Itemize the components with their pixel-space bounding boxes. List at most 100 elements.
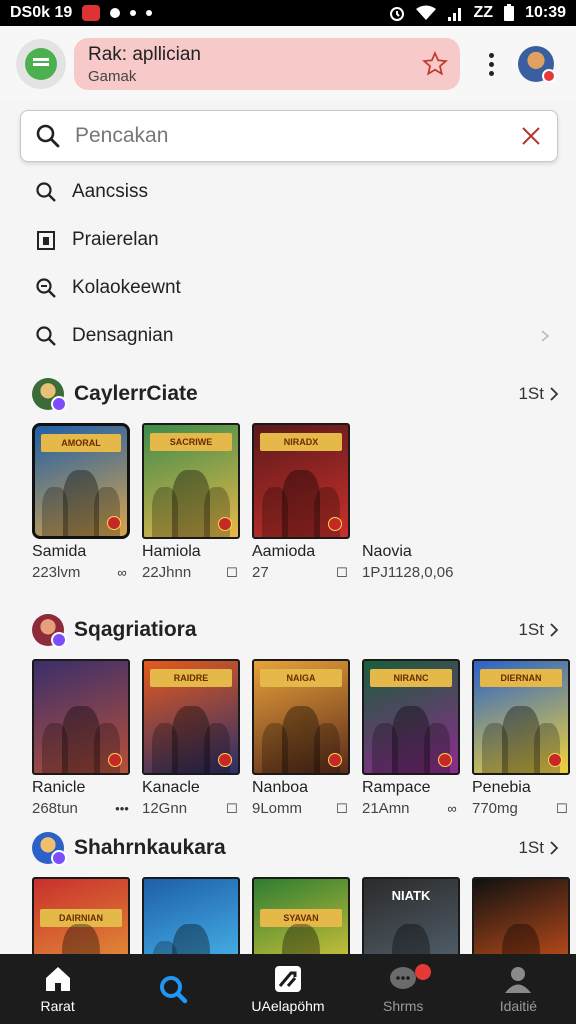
wifi-icon [415, 5, 436, 20]
suggestion-item[interactable]: Kolaokeewnt [0, 264, 576, 312]
section-avatar [32, 832, 67, 866]
game-meta-text: 268tun [32, 800, 78, 817]
see-all-link[interactable]: 1St [518, 838, 560, 858]
bottom-navigation: Rarat UAelapöhm Shrms Idaitié [0, 954, 576, 1024]
suggestion-label: Kolaokeewnt [72, 277, 181, 298]
suggestion-label: Aancsiss [72, 181, 149, 202]
see-all-label: 1St [518, 620, 544, 639]
suggestion-item[interactable]: Densagnian [0, 312, 576, 360]
game-name: Hamiola [142, 543, 201, 560]
app-subtitle: Gamak [88, 68, 137, 85]
search-icon [159, 976, 188, 1004]
search-suggestions: Aancsiss Praierelan Kolaokeewnt Densagni… [0, 168, 576, 360]
notification-app-icon [82, 5, 101, 21]
game-card[interactable]: SACRIWE Hamiola 22Jhnn ☐ [142, 423, 240, 581]
app-title: Rak: apllician [88, 44, 201, 65]
see-all-link[interactable]: 1St [518, 620, 560, 640]
more-icon[interactable]: ••• [114, 801, 130, 817]
game-meta: 268tun ••• [32, 800, 130, 817]
game-card[interactable]: Ranicle 268tun ••• [32, 659, 130, 817]
game-cover: NIRANC [362, 659, 460, 775]
search-input[interactable] [75, 124, 519, 148]
cover-title-art: RAIDRE [150, 669, 232, 687]
game-card[interactable]: RAIDRE Kanacle 12Gnn ☐ [142, 659, 240, 817]
nav-chat[interactable]: Shrms [346, 954, 461, 1024]
game-meta: 9Lomm ☐ [252, 800, 350, 817]
suggestion-item[interactable]: Praierelan [0, 216, 576, 264]
clear-icon[interactable] [519, 124, 543, 148]
game-meta: 22Jhnn ☐ [142, 564, 240, 581]
card-row: Ranicle 268tun ••• RAIDRE Kanacle 12Gnn ☐ … [0, 659, 576, 817]
see-all-link[interactable]: 1St [518, 384, 560, 404]
nav-label: Idaitié [499, 998, 538, 1014]
more-options-icon[interactable] [486, 52, 496, 76]
section-title: Sqagriatiora [74, 618, 197, 641]
game-card[interactable]: DIERNAN Penebia 770mg ☐ [472, 659, 570, 817]
edit-icon[interactable]: ☐ [334, 801, 350, 817]
game-meta-text: 9Lomm [252, 800, 303, 817]
edit-icon[interactable]: ☐ [224, 565, 240, 581]
nav-label: Rarat [40, 998, 75, 1014]
game-meta-text: 1PJ1128,0,06 [362, 564, 454, 581]
edit-icon[interactable]: ☐ [554, 801, 570, 817]
suggestion-item[interactable]: Aancsiss [0, 168, 576, 216]
game-meta-text: 223lvm [32, 564, 81, 581]
chevron-right-icon [550, 841, 559, 855]
notification-dot-icon [110, 8, 121, 18]
search-icon [36, 124, 60, 148]
star-icon[interactable] [422, 51, 448, 77]
game-card[interactable]: AMORAL Samida 223lvm ∞ [32, 423, 130, 581]
section-title: CaylerrCiate [74, 382, 198, 405]
game-cover: AMORAL [32, 423, 130, 539]
app-logo-icon[interactable] [16, 39, 66, 89]
library-icon [275, 966, 301, 992]
notification-badge [414, 964, 431, 980]
nav-label: Shrms [382, 998, 424, 1014]
profile-icon [505, 967, 532, 993]
battery-icon [504, 4, 515, 21]
game-name: Naovia [362, 543, 412, 560]
avatar[interactable] [518, 46, 556, 83]
game-card[interactable]: NIRADX Aamioda 27 ☐ [252, 423, 350, 581]
cover-title-art: NAIGA [260, 669, 342, 687]
game-cover: DIERNAN [472, 659, 570, 775]
chevron-right-icon [541, 330, 550, 342]
game-name: Penebia [472, 779, 531, 796]
section-header: CaylerrCiate 1St [0, 375, 576, 413]
cover-title-art: NIATK [391, 888, 431, 903]
game-name: Kanacle [142, 779, 200, 796]
game-meta-text: 27 [252, 564, 269, 581]
game-card[interactable]: Naovia 1PJ1128,0,06 [362, 423, 482, 581]
bookmark-icon [37, 231, 55, 250]
section-2: Sqagriatiora 1St Ranicle 268tun ••• RAIDR… [0, 611, 576, 817]
game-name: Nanboa [252, 779, 309, 796]
search-bar [20, 110, 558, 162]
game-card[interactable]: NAIGA Nanboa 9Lomm ☐ [252, 659, 350, 817]
chevron-right-icon [550, 387, 559, 401]
game-meta: 770mg ☐ [472, 800, 570, 817]
game-name: Aamioda [252, 543, 316, 560]
suggestion-label: Praierelan [72, 229, 159, 250]
card-row: AMORAL Samida 223lvm ∞ SACRIWE Hamiola 22… [0, 423, 576, 581]
nav-search[interactable] [115, 954, 230, 1024]
nav-profile[interactable]: Idaitié [461, 954, 576, 1024]
game-meta: 1PJ1128,0,06 [362, 564, 482, 581]
game-name: Ranicle [32, 779, 86, 796]
section-title: Shahrnkaukara [74, 836, 226, 859]
chat-icon [390, 967, 417, 989]
nav-home[interactable]: Rarat [0, 954, 115, 1024]
game-meta-text: 21Amn [362, 800, 410, 817]
edit-icon[interactable]: ☐ [224, 801, 240, 817]
home-icon [45, 967, 70, 991]
nav-library[interactable]: UAelapöhm [230, 954, 345, 1024]
game-name: Samida [32, 543, 87, 560]
edit-icon[interactable]: ☐ [334, 565, 350, 581]
title-pill[interactable]: Rak: apllician Gamak [74, 38, 460, 90]
cover-title-art: SACRIWE [150, 433, 232, 451]
status-bar: DS0k 19 ZZ 10:39 [0, 0, 576, 26]
game-meta-text: 22Jhnn [142, 564, 192, 581]
section-avatar [32, 378, 67, 412]
link-icon[interactable]: ∞ [114, 565, 130, 581]
game-card[interactable]: NIRANC Rampace 21Amn ∞ [362, 659, 460, 817]
link-icon[interactable]: ∞ [444, 801, 460, 817]
